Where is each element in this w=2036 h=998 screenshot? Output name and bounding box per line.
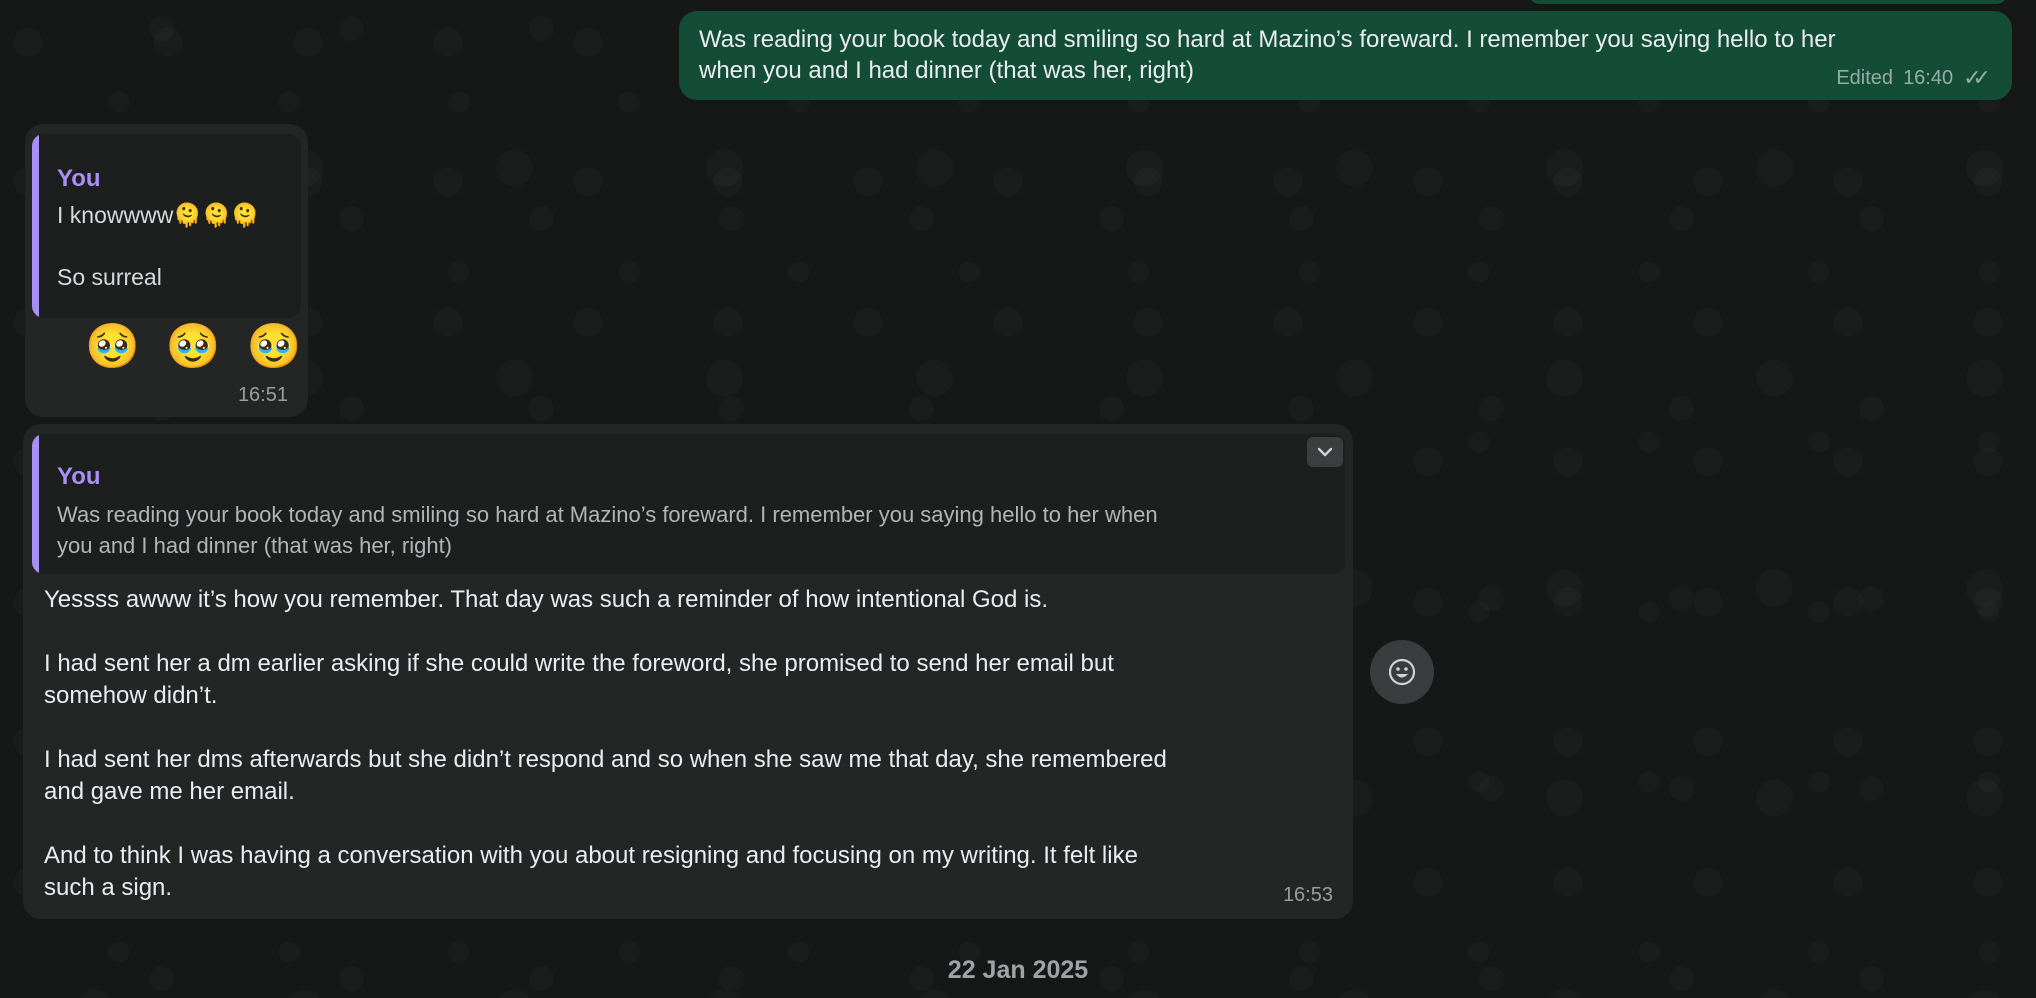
chevron-down-icon: [1317, 447, 1333, 457]
quoted-message[interactable]: You I knowwww🫠🫠🫠 So surreal: [32, 134, 301, 318]
quote-text: Was reading your book today and smiling …: [57, 502, 1158, 558]
edited-label: Edited: [1836, 66, 1894, 89]
message-time: 16:51: [237, 384, 288, 406]
quote-accent-bar: [32, 434, 39, 574]
quote-author: You: [57, 165, 101, 192]
incoming-message-bubble[interactable]: You I knowwww🫠🫠🫠 So surreal 🥹 🥹 🥹 16:51: [25, 124, 308, 417]
message-meta: Edited 16:40 ✓✓: [1836, 65, 1991, 91]
message-time: 16:40: [1903, 66, 1954, 89]
incoming-message-bubble[interactable]: You Was reading your book today and smil…: [23, 424, 1353, 919]
quote-text: I knowwww🫠🫠🫠 So surreal: [57, 202, 260, 290]
message-text: Yessss awww it’s how you remember. That …: [44, 586, 1167, 901]
outgoing-message-bubble[interactable]: Was reading your book today and smiling …: [679, 11, 2012, 100]
quote-accent-bar: [32, 134, 39, 318]
previous-message-bubble-edge: [1528, 0, 2008, 4]
quote-author: You: [57, 463, 101, 490]
date-separator: 22 Jan 2025: [947, 956, 1089, 984]
add-reaction-button[interactable]: [1370, 640, 1434, 704]
smiley-icon: [1388, 658, 1416, 686]
quoted-message[interactable]: You Was reading your book today and smil…: [32, 434, 1345, 574]
message-menu-button[interactable]: [1307, 437, 1343, 467]
double-check-icon: ✓✓: [1963, 65, 1991, 90]
message-time: 16:53: [1282, 884, 1333, 906]
message-text: Was reading your book today and smiling …: [699, 26, 1836, 84]
message-emoji-text: 🥹 🥹 🥹: [85, 321, 308, 372]
